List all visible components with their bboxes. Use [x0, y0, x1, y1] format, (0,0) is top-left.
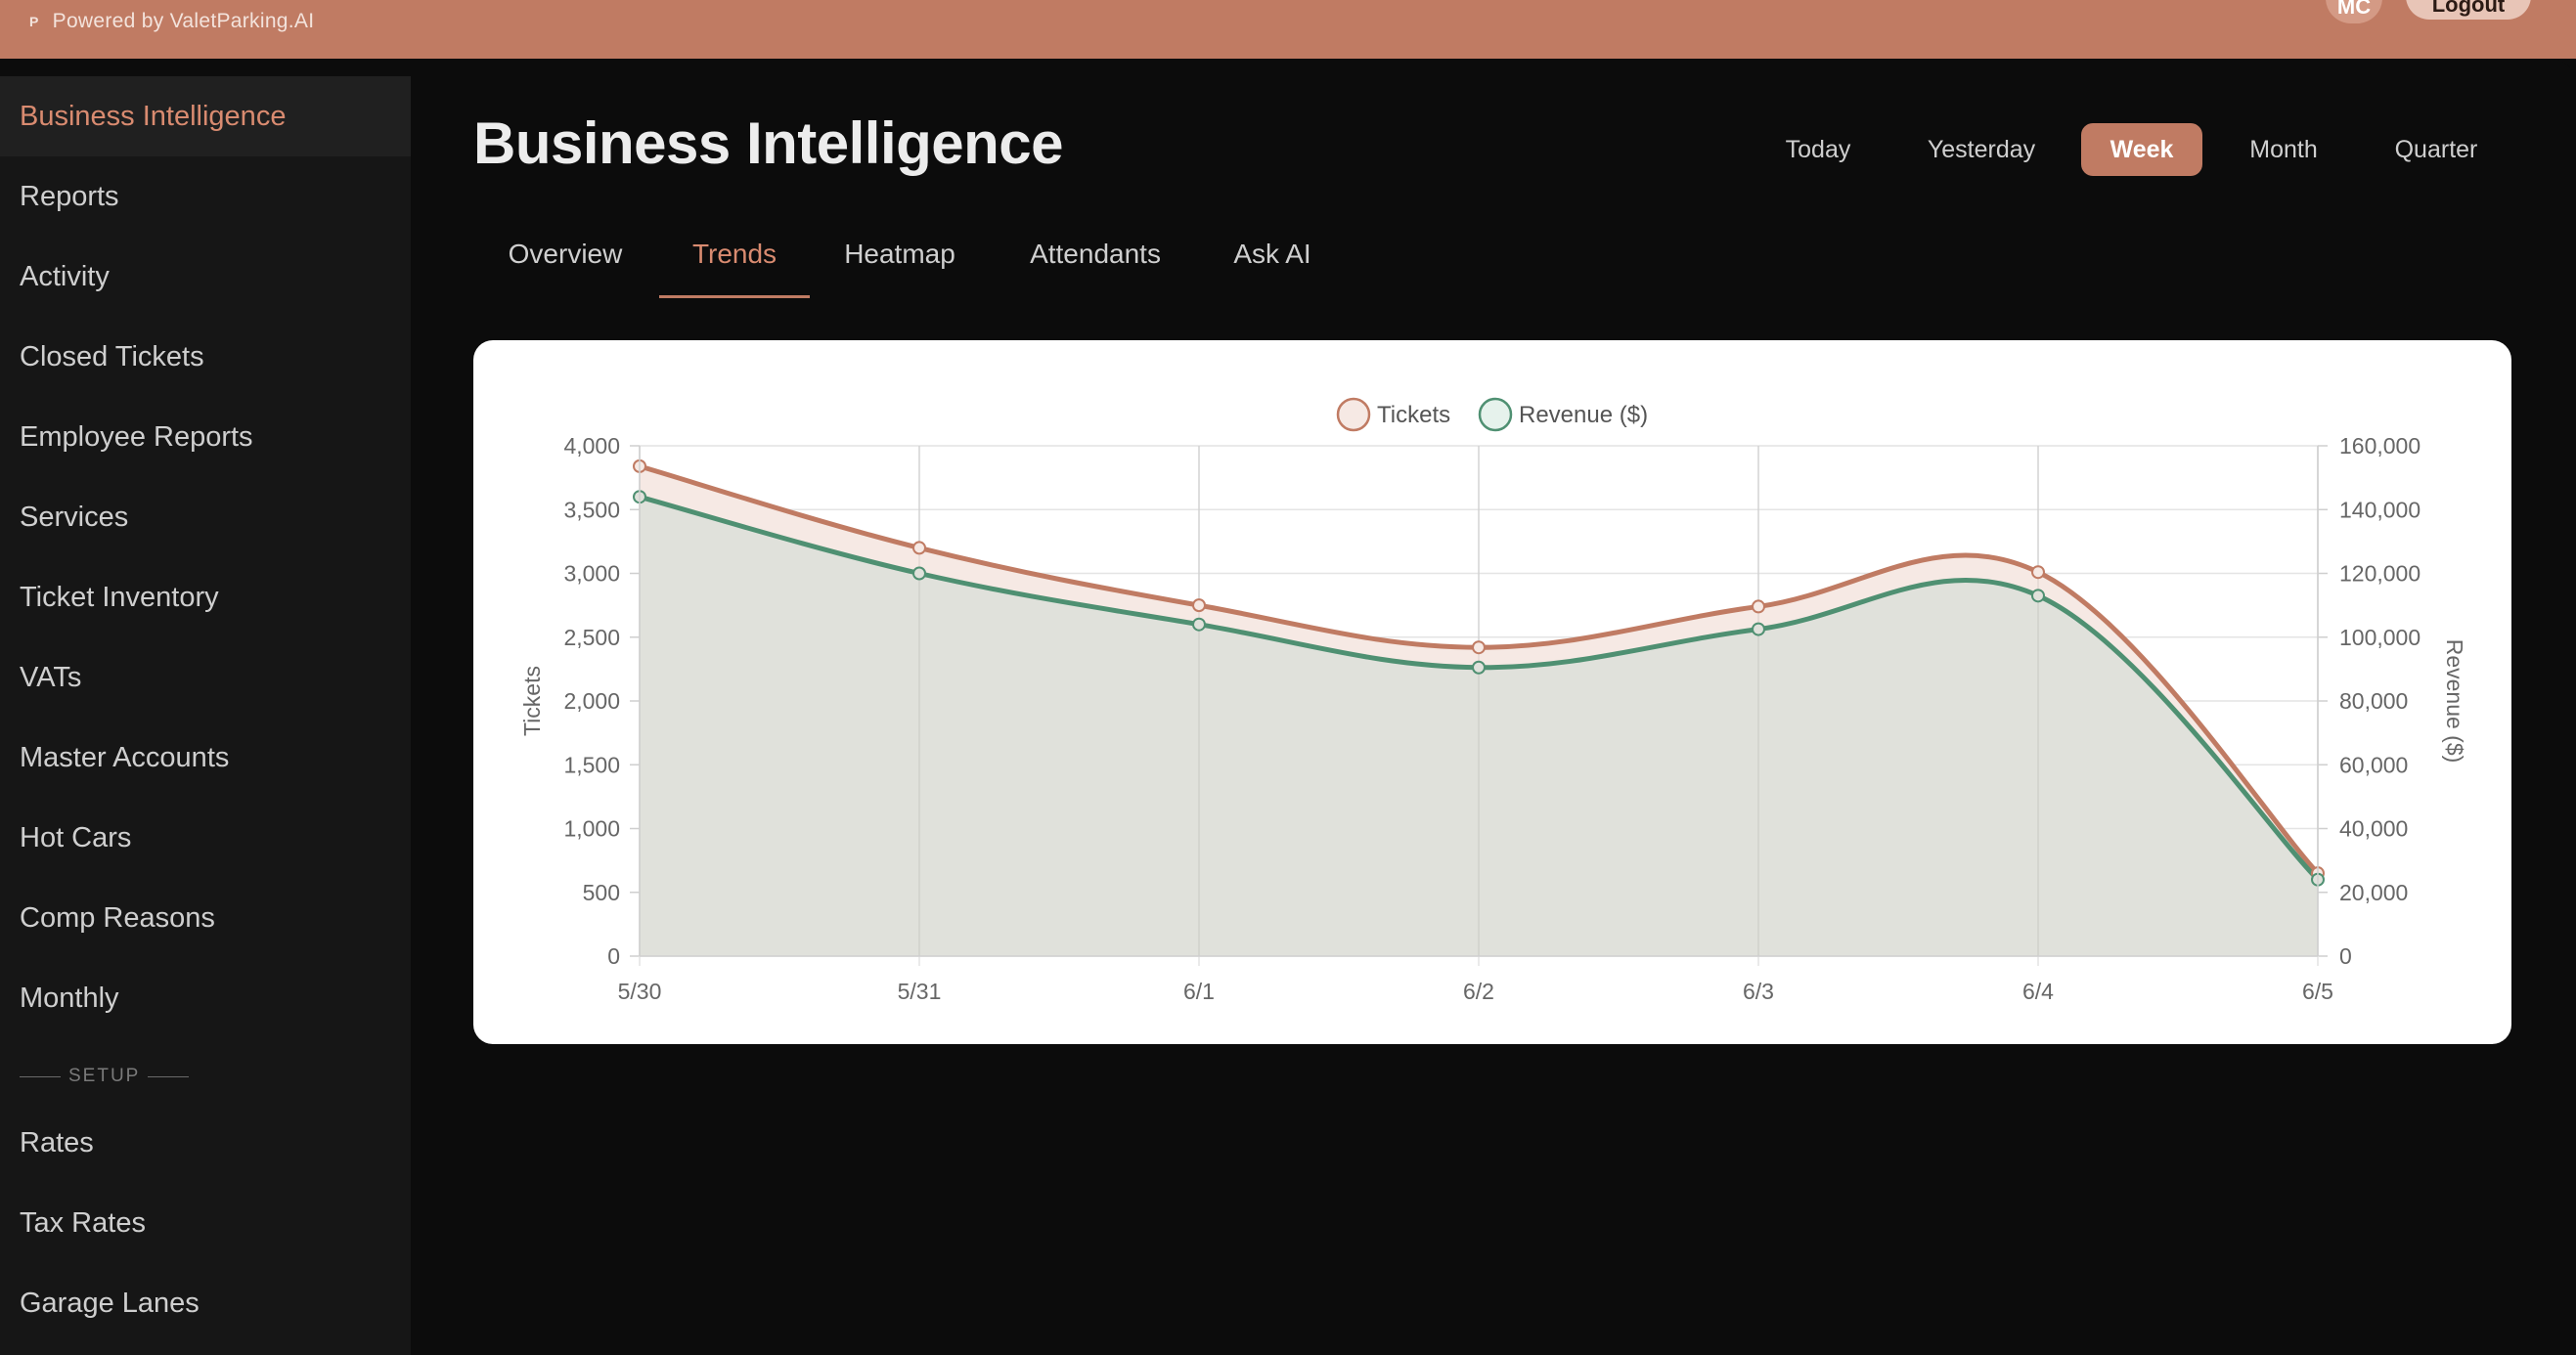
powered-by: P Powered by ValetParking.AI — [29, 10, 314, 33]
y2-tick-label: 0 — [2339, 943, 2352, 969]
y2-tick-label: 160,000 — [2339, 433, 2421, 459]
sidebar-item-rates[interactable]: Rates — [0, 1103, 411, 1183]
active-tab-indicator — [659, 295, 810, 298]
sidebar-item-business-intelligence[interactable]: Business Intelligence — [0, 76, 411, 156]
x-tick-label: 6/3 — [1743, 979, 1774, 1004]
y2-tick-label: 80,000 — [2339, 688, 2408, 714]
range-quarter[interactable]: Quarter — [2375, 123, 2498, 176]
x-tick-label: 6/4 — [2022, 979, 2054, 1004]
tab-ask-ai[interactable]: Ask AI — [1222, 239, 1322, 297]
tab-overview[interactable]: Overview — [493, 239, 638, 297]
trends-chart-card: 0 500 1,000 1,500 2,000 2,500 3,000 3,500 4,000 0… — [473, 340, 2511, 1044]
y2-tick-label: 20,000 — [2339, 880, 2408, 905]
avatar[interactable]: MC — [2326, 0, 2382, 23]
logout-button[interactable]: Logout — [2406, 0, 2531, 20]
sidebar: Business Intelligence Reports Activity C… — [0, 76, 411, 1355]
x-tick-label: 6/5 — [2302, 979, 2333, 1004]
tickets-point — [1752, 599, 1765, 614]
y-tick-label: 2,500 — [563, 625, 620, 650]
sidebar-section-setup: SETUP — [20, 1066, 190, 1087]
y2-tick-label: 140,000 — [2339, 497, 2421, 522]
divider — [20, 1075, 61, 1077]
y-tick-label: 3,500 — [563, 497, 620, 522]
tickets-point — [912, 541, 926, 555]
sidebar-section-label: SETUP — [68, 1066, 141, 1086]
sidebar-item-tax-rates[interactable]: Tax Rates — [0, 1183, 411, 1263]
y2-tick-label: 40,000 — [2339, 816, 2408, 842]
revenue-point — [1472, 660, 1486, 675]
sidebar-item-services[interactable]: Services — [0, 477, 411, 557]
y2-axis-title: Revenue ($) — [2442, 639, 2467, 764]
sidebar-item-vats[interactable]: VATs — [0, 637, 411, 718]
legend-swatch-tickets — [1336, 397, 1371, 432]
trends-chart: 0 500 1,000 1,500 2,000 2,500 3,000 3,500 4,000 0… — [519, 397, 2467, 1004]
y-tick-label: 2,000 — [563, 688, 620, 714]
legend-swatch-revenue — [1478, 397, 1513, 432]
y-tick-label: 4,000 — [563, 433, 620, 459]
y2-tick-label: 120,000 — [2339, 561, 2421, 587]
range-yesterday[interactable]: Yesterday — [1905, 123, 2058, 176]
sidebar-item-hot-cars[interactable]: Hot Cars — [0, 798, 411, 878]
y2-tick-label: 100,000 — [2339, 625, 2421, 650]
sidebar-item-master-accounts[interactable]: Master Accounts — [0, 718, 411, 798]
top-bar: P Powered by ValetParking.AI MC Logout — [0, 0, 2576, 59]
y-axis-title: Tickets — [519, 666, 545, 736]
divider — [148, 1075, 190, 1077]
sidebar-item-reports[interactable]: Reports — [0, 156, 411, 237]
range-month[interactable]: Month — [2226, 123, 2341, 176]
revenue-point — [2031, 589, 2045, 603]
x-tick-label: 5/30 — [618, 979, 662, 1004]
tickets-point — [2031, 565, 2045, 580]
powered-by-label: Powered by ValetParking.AI — [52, 10, 315, 32]
sidebar-item-garage-lanes[interactable]: Garage Lanes — [0, 1263, 411, 1343]
page-title: Business Intelligence — [473, 110, 1064, 176]
revenue-point — [1192, 617, 1206, 632]
sidebar-item-ticket-inventory[interactable]: Ticket Inventory — [0, 557, 411, 637]
x-tick-label: 6/1 — [1183, 979, 1215, 1004]
y-tick-label: 1,500 — [563, 752, 620, 777]
x-tick-label: 5/31 — [898, 979, 942, 1004]
legend-label-tickets: Tickets — [1377, 402, 1450, 428]
revenue-point — [1752, 622, 1765, 636]
tab-trends[interactable]: Trends — [659, 239, 810, 297]
y-tick-label: 3,000 — [563, 561, 620, 587]
y-tick-label: 1,000 — [563, 816, 620, 842]
tab-heatmap[interactable]: Heatmap — [831, 239, 968, 297]
sidebar-item-comp-reasons[interactable]: Comp Reasons — [0, 878, 411, 958]
range-today[interactable]: Today — [1760, 123, 1876, 176]
y-tick-label: 0 — [607, 943, 620, 969]
y-tick-label: 500 — [583, 880, 620, 905]
tickets-point — [1472, 640, 1486, 655]
sidebar-item-activity[interactable]: Activity — [0, 237, 411, 317]
legend-label-revenue: Revenue ($) — [1519, 402, 1648, 428]
sidebar-item-employee-reports[interactable]: Employee Reports — [0, 397, 411, 477]
range-week[interactable]: Week — [2081, 123, 2202, 176]
brand-icon: P — [29, 14, 39, 29]
tab-attendants[interactable]: Attendants — [1011, 239, 1179, 297]
revenue-point — [912, 566, 926, 581]
x-tick-label: 6/2 — [1463, 979, 1494, 1004]
sidebar-item-closed-tickets[interactable]: Closed Tickets — [0, 317, 411, 397]
y2-tick-label: 60,000 — [2339, 752, 2408, 777]
sidebar-item-monthly[interactable]: Monthly — [0, 958, 411, 1038]
tickets-point — [1192, 598, 1206, 613]
